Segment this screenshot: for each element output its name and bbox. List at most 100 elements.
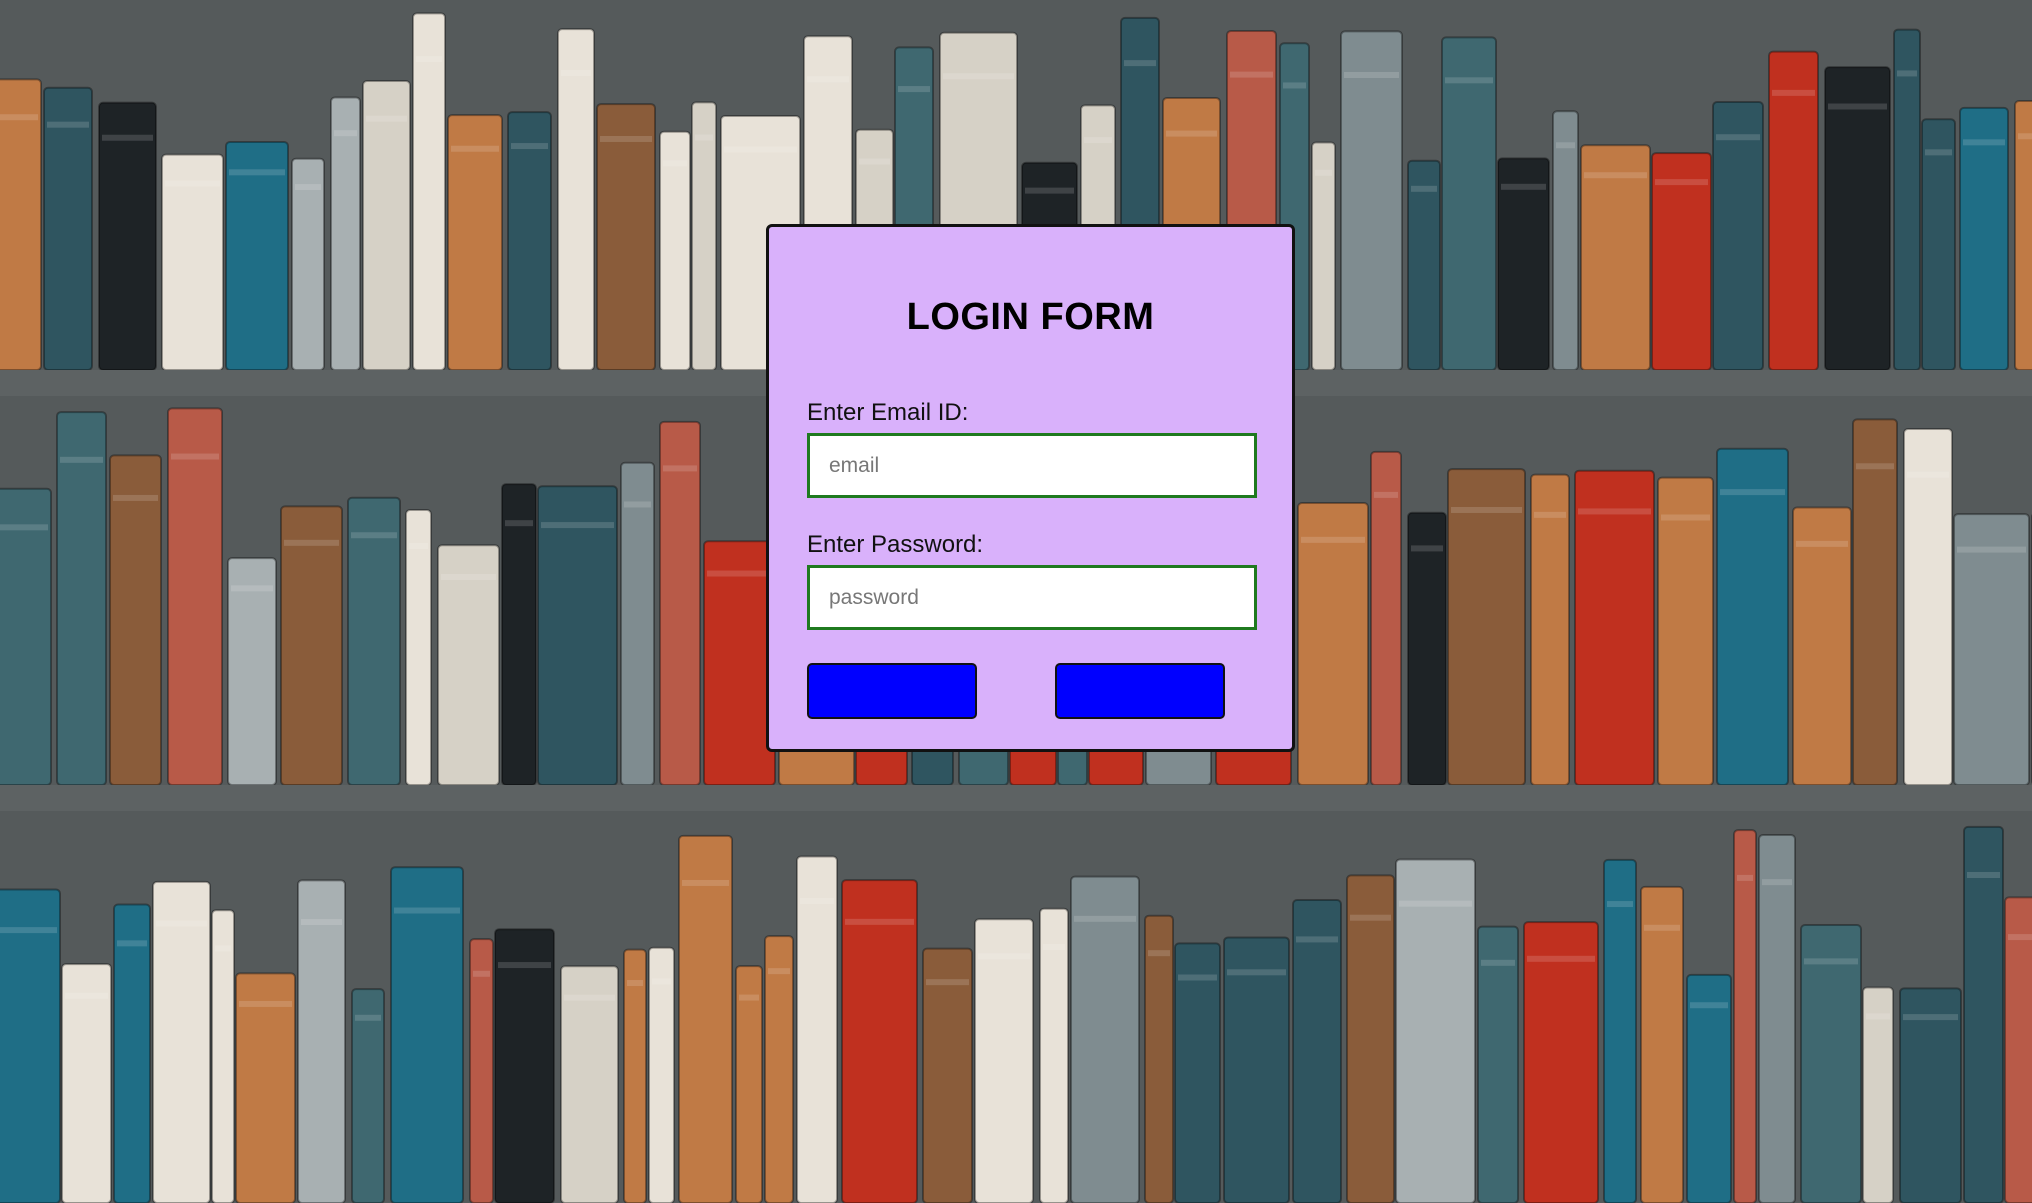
book-spine — [43, 86, 93, 371]
book-band — [1584, 172, 1647, 179]
book-spine — [98, 101, 157, 372]
book-spine — [1346, 874, 1395, 1203]
book-spine — [211, 909, 235, 1203]
book-spine — [974, 918, 1034, 1203]
book-band — [47, 121, 89, 128]
book-spine — [447, 114, 503, 371]
book-band — [1903, 1014, 1958, 1021]
book-band — [1230, 71, 1273, 78]
book-spine — [0, 487, 52, 786]
book-band — [1166, 130, 1217, 137]
book-band — [682, 879, 729, 886]
book-band — [301, 919, 342, 926]
book-band — [231, 585, 273, 592]
book-spine — [1651, 152, 1712, 371]
book-band — [0, 927, 57, 934]
email-input[interactable] — [807, 433, 1257, 498]
book-spine — [412, 12, 446, 372]
book-spine — [596, 103, 656, 371]
book-band — [1074, 915, 1136, 922]
book-band — [451, 145, 499, 152]
book-band — [807, 76, 849, 83]
book-spine — [1370, 450, 1402, 786]
form-title: LOGIN FORM — [906, 296, 1155, 338]
book-spine — [113, 903, 151, 1203]
book-spine — [2014, 99, 2032, 371]
book-spine — [1297, 501, 1369, 786]
book-spine — [1497, 157, 1550, 371]
book-spine — [1447, 468, 1526, 786]
book-spine — [507, 111, 552, 371]
book-band — [1907, 471, 1949, 478]
book-band — [1148, 950, 1170, 957]
book-band — [171, 453, 219, 460]
book-spine — [362, 79, 411, 371]
book-spine — [1921, 118, 1956, 372]
book-spine — [280, 505, 343, 786]
password-input[interactable] — [807, 565, 1257, 630]
book-spine — [1733, 829, 1757, 1203]
book-spine — [648, 946, 675, 1203]
book-band — [1481, 959, 1515, 966]
book-spine — [678, 834, 733, 1203]
book-band — [334, 130, 357, 137]
book-band — [898, 86, 930, 93]
book-band — [498, 962, 551, 969]
book-band — [845, 918, 914, 925]
book-spine — [1800, 924, 1862, 1203]
book-band — [561, 70, 591, 77]
book-band — [1762, 879, 1792, 886]
book-spine — [1852, 418, 1898, 786]
book-spine — [1039, 907, 1069, 1203]
book-spine — [1292, 899, 1342, 1203]
book-band — [165, 180, 220, 187]
book-spine — [764, 935, 794, 1203]
book-spine — [560, 965, 619, 1203]
book-band — [652, 978, 671, 985]
login-button[interactable] — [807, 663, 977, 719]
book-spine — [61, 963, 112, 1203]
book-band — [60, 456, 103, 463]
book-spine — [1340, 30, 1403, 371]
book-spine — [1441, 36, 1497, 371]
book-band — [1644, 924, 1680, 931]
book-band — [1301, 536, 1365, 543]
book-band — [505, 520, 533, 527]
book-spine — [1893, 28, 1921, 372]
book-spine — [109, 454, 162, 786]
book-spine — [1070, 875, 1140, 1203]
book-band — [117, 940, 147, 947]
book-spine — [1899, 987, 1962, 1203]
book-spine — [297, 879, 346, 1203]
book-spine — [620, 461, 655, 786]
book-band — [541, 522, 614, 529]
book-spine — [437, 544, 500, 787]
book-spine — [1407, 511, 1447, 786]
book-band — [394, 907, 460, 914]
login-form-card: LOGIN FORM Enter Email ID: Enter Passwor… — [766, 224, 1295, 752]
book-band — [1227, 969, 1286, 976]
book-band — [2018, 133, 2032, 140]
book-spine — [1407, 159, 1441, 371]
book-band — [1866, 1013, 1890, 1020]
book-band — [229, 169, 285, 176]
book-band — [1451, 506, 1522, 513]
book-spine — [501, 483, 537, 786]
book-band — [1578, 508, 1651, 515]
book-band — [707, 570, 772, 577]
book-spine — [1959, 106, 2009, 371]
book-band — [1796, 540, 1848, 547]
book-band — [1411, 545, 1443, 552]
book-band — [1534, 511, 1566, 518]
reset-button[interactable] — [1055, 663, 1225, 719]
book-band — [355, 1014, 381, 1021]
book-spine — [1311, 141, 1336, 371]
book-spine — [922, 947, 973, 1203]
password-label: Enter Password: — [807, 531, 984, 558]
book-spine — [56, 411, 107, 786]
book-band — [511, 143, 548, 150]
book-band — [768, 968, 790, 975]
book-spine — [659, 420, 701, 786]
book-spine — [537, 485, 618, 786]
book-spine — [291, 157, 325, 371]
